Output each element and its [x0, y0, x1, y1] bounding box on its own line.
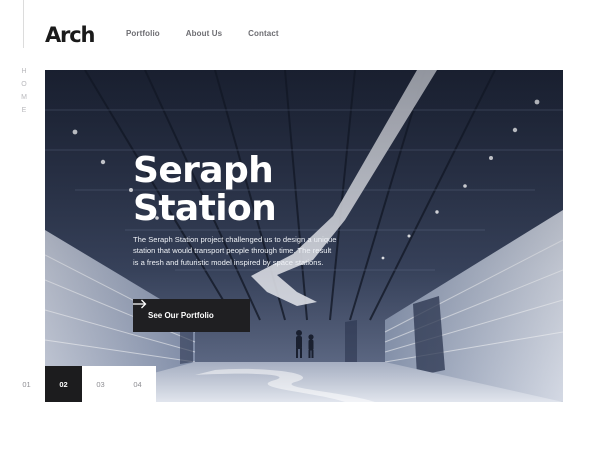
hero-description: The Seraph Station project challenged us…: [133, 235, 337, 267]
pager-item-01[interactable]: 01: [8, 366, 45, 402]
cta-label: See Our Portfolio: [148, 311, 214, 320]
hero-title-line: Seraph: [133, 150, 274, 191]
side-label-letter: H: [21, 68, 27, 75]
pager-item-03[interactable]: 03: [82, 366, 119, 402]
left-divider: [23, 0, 24, 48]
hero-title: Seraph Station: [133, 150, 277, 229]
slide-pager: 01 02 03 04: [8, 366, 156, 402]
pager-item-04[interactable]: 04: [119, 366, 156, 402]
side-label-letter: O: [21, 81, 27, 88]
pager-item-02[interactable]: 02: [45, 366, 82, 402]
landing-page: Arch Portfolio About Us Contact H O M E: [0, 0, 600, 450]
nav-item-portfolio[interactable]: Portfolio: [126, 29, 160, 38]
side-label-letter: E: [21, 107, 27, 114]
nav-item-contact[interactable]: Contact: [248, 29, 278, 38]
hero-title-line: Station: [133, 188, 277, 229]
main-nav: Portfolio About Us Contact: [126, 29, 305, 38]
hero-banner: Seraph Station The Seraph Station projec…: [45, 70, 563, 402]
brand-logo[interactable]: Arch: [45, 23, 95, 47]
side-section-label: H O M E: [19, 68, 29, 114]
see-portfolio-button[interactable]: See Our Portfolio: [133, 299, 250, 332]
arrow-right-icon: [133, 299, 147, 309]
nav-item-about-us[interactable]: About Us: [186, 29, 222, 38]
side-label-letter: M: [21, 94, 27, 101]
